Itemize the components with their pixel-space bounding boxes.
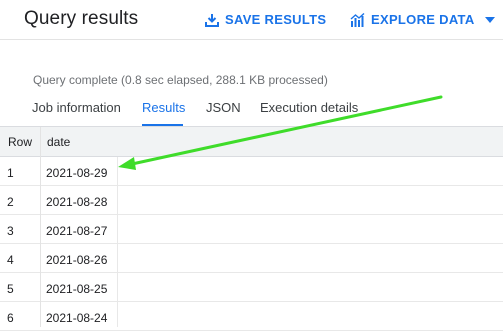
results-table: Row date 1 2021-08-29 2 2021-08-28 3 202…: [0, 126, 503, 331]
table-row: 1 2021-08-29: [0, 157, 503, 186]
query-status: Query complete (0.8 sec elapsed, 288.1 K…: [33, 73, 328, 87]
column-header-date: date: [47, 135, 71, 149]
caret-down-icon: [484, 16, 495, 23]
tab-results[interactable]: Results: [142, 100, 185, 126]
column-header-row: Row: [8, 135, 33, 149]
date-cell[interactable]: 2021-08-27: [46, 224, 107, 238]
tab-execution-details[interactable]: Execution details: [260, 100, 358, 126]
table-header-row: Row date: [0, 127, 503, 157]
chart-icon: [350, 12, 365, 27]
table-row: 3 2021-08-27: [0, 215, 503, 244]
download-icon: [205, 13, 219, 27]
tab-job-information[interactable]: Job information: [32, 100, 121, 126]
table-row: 4 2021-08-26: [0, 244, 503, 273]
row-number: 3: [7, 224, 14, 238]
results-header: Query results SAVE RESULTS EXPLORE DATA: [0, 0, 503, 40]
explore-data-button[interactable]: EXPLORE DATA: [350, 12, 495, 27]
row-number: 4: [7, 253, 14, 267]
date-cell[interactable]: 2021-08-29: [46, 166, 107, 180]
row-number: 5: [7, 282, 14, 296]
row-number: 2: [7, 195, 14, 209]
results-tabs: Job information Results JSON Execution d…: [0, 100, 503, 126]
table-row: 5 2021-08-25: [0, 273, 503, 302]
date-cell[interactable]: 2021-08-25: [46, 282, 107, 296]
date-cell[interactable]: 2021-08-28: [46, 195, 107, 209]
date-cell[interactable]: 2021-08-26: [46, 253, 107, 267]
tab-json[interactable]: JSON: [206, 100, 241, 126]
save-results-label: SAVE RESULTS: [225, 12, 327, 27]
row-number: 1: [7, 166, 14, 180]
column-divider: [40, 127, 41, 327]
table-row: 6 2021-08-24: [0, 302, 503, 331]
save-results-button[interactable]: SAVE RESULTS: [205, 12, 326, 27]
column-divider: [117, 157, 118, 327]
table-row: 2 2021-08-28: [0, 186, 503, 215]
row-number: 6: [7, 311, 14, 325]
date-cell[interactable]: 2021-08-24: [46, 311, 107, 325]
page-title: Query results: [24, 8, 139, 29]
explore-data-label: EXPLORE DATA: [371, 12, 475, 27]
